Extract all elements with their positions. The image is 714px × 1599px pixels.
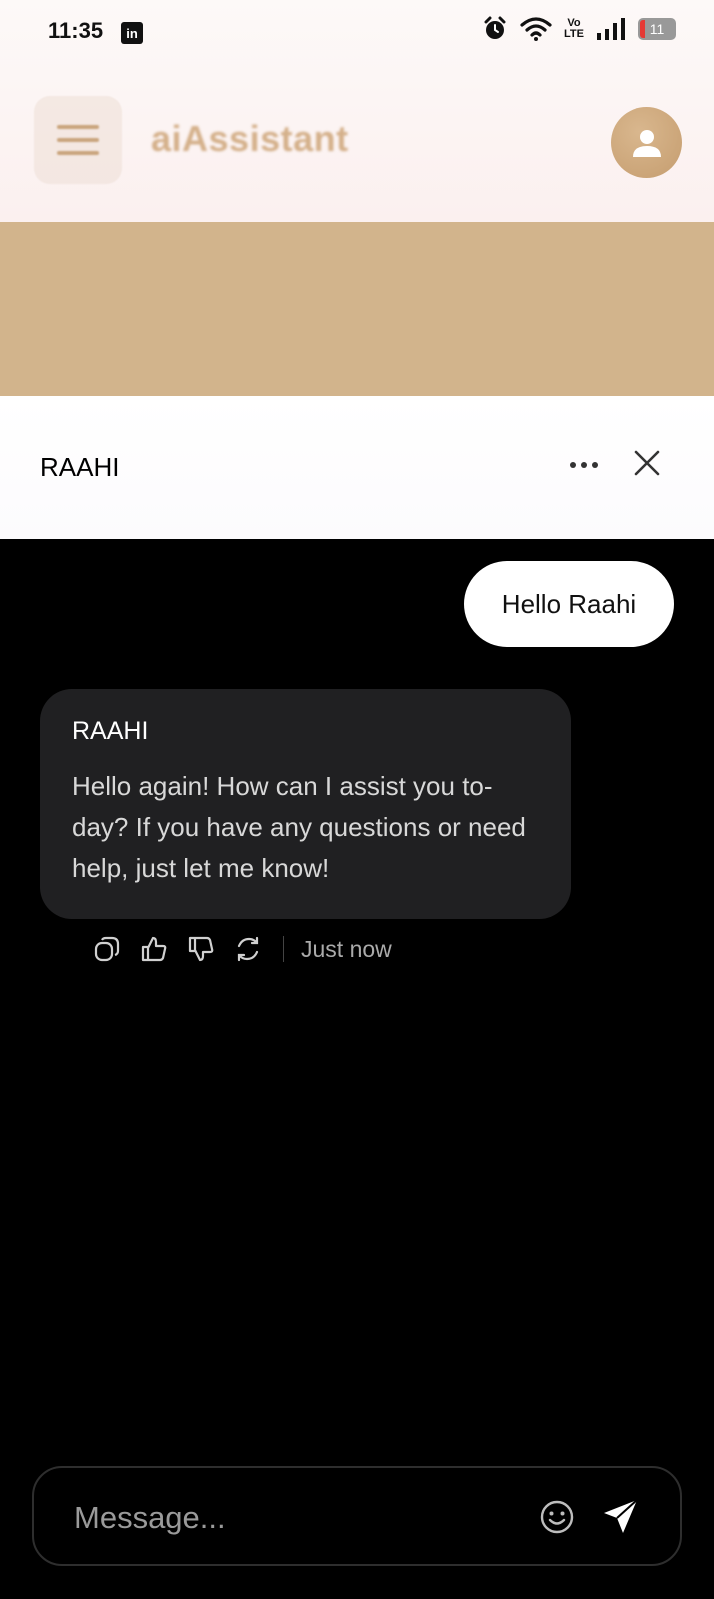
- alarm-icon: [484, 16, 506, 39]
- like-button[interactable]: [139, 934, 169, 964]
- thumbs-up-icon: [141, 936, 167, 962]
- profile-button[interactable]: [611, 107, 682, 178]
- chat-header: RAAHI: [0, 396, 714, 539]
- wifi-icon: [520, 17, 552, 41]
- hamburger-icon: [57, 125, 99, 155]
- bot-text: Hello again! How can I assist you to-day…: [72, 771, 526, 883]
- status-time: 11:35: [48, 18, 104, 43]
- message-timestamp: Just now: [301, 935, 392, 962]
- actions-divider: [283, 936, 284, 962]
- status-bar: 11:35 in Vo LTE 11: [0, 0, 714, 64]
- linkedin-icon: in: [121, 22, 143, 44]
- chat-title: RAAHI: [40, 452, 120, 482]
- dot: [592, 462, 598, 468]
- menu-button[interactable]: [34, 96, 122, 184]
- more-options-button[interactable]: [566, 450, 602, 480]
- message-composer: [32, 1466, 682, 1566]
- signal-icon: [597, 18, 625, 40]
- app-brand: aiAssistant: [151, 118, 349, 159]
- bot-message: RAAHI Hello again! How can I assist you …: [40, 689, 571, 919]
- copy-icon: [94, 936, 120, 962]
- emoji-icon[interactable]: [538, 1498, 576, 1536]
- copy-button[interactable]: [92, 934, 122, 964]
- user-message: Hello Raahi: [464, 561, 674, 647]
- status-icons: Vo LTE 11: [482, 16, 676, 42]
- dislike-button[interactable]: [186, 934, 216, 964]
- send-icon[interactable]: [601, 1496, 641, 1536]
- thumbs-down-icon: [188, 936, 214, 962]
- message-input[interactable]: [72, 1488, 516, 1548]
- bot-name: RAAHI: [72, 717, 149, 745]
- close-icon[interactable]: [630, 446, 664, 480]
- chat-body: Hello Raahi RAAHI Hello again! How can I…: [0, 539, 714, 1599]
- message-actions: Just now: [92, 929, 392, 969]
- dot: [570, 462, 576, 468]
- battery-level: 11: [649, 21, 665, 37]
- regenerate-button[interactable]: [233, 934, 263, 964]
- regenerate-icon: [237, 936, 259, 962]
- user-icon: [632, 129, 661, 157]
- app-header: aiAssistant: [0, 80, 714, 200]
- dot: [581, 462, 587, 468]
- volte-label: Vo LTE: [564, 17, 584, 40]
- banner-band: [0, 222, 714, 396]
- battery-icon: 11: [638, 18, 676, 40]
- top-area: 11:35 in Vo LTE 11 aiAssistant: [0, 0, 714, 222]
